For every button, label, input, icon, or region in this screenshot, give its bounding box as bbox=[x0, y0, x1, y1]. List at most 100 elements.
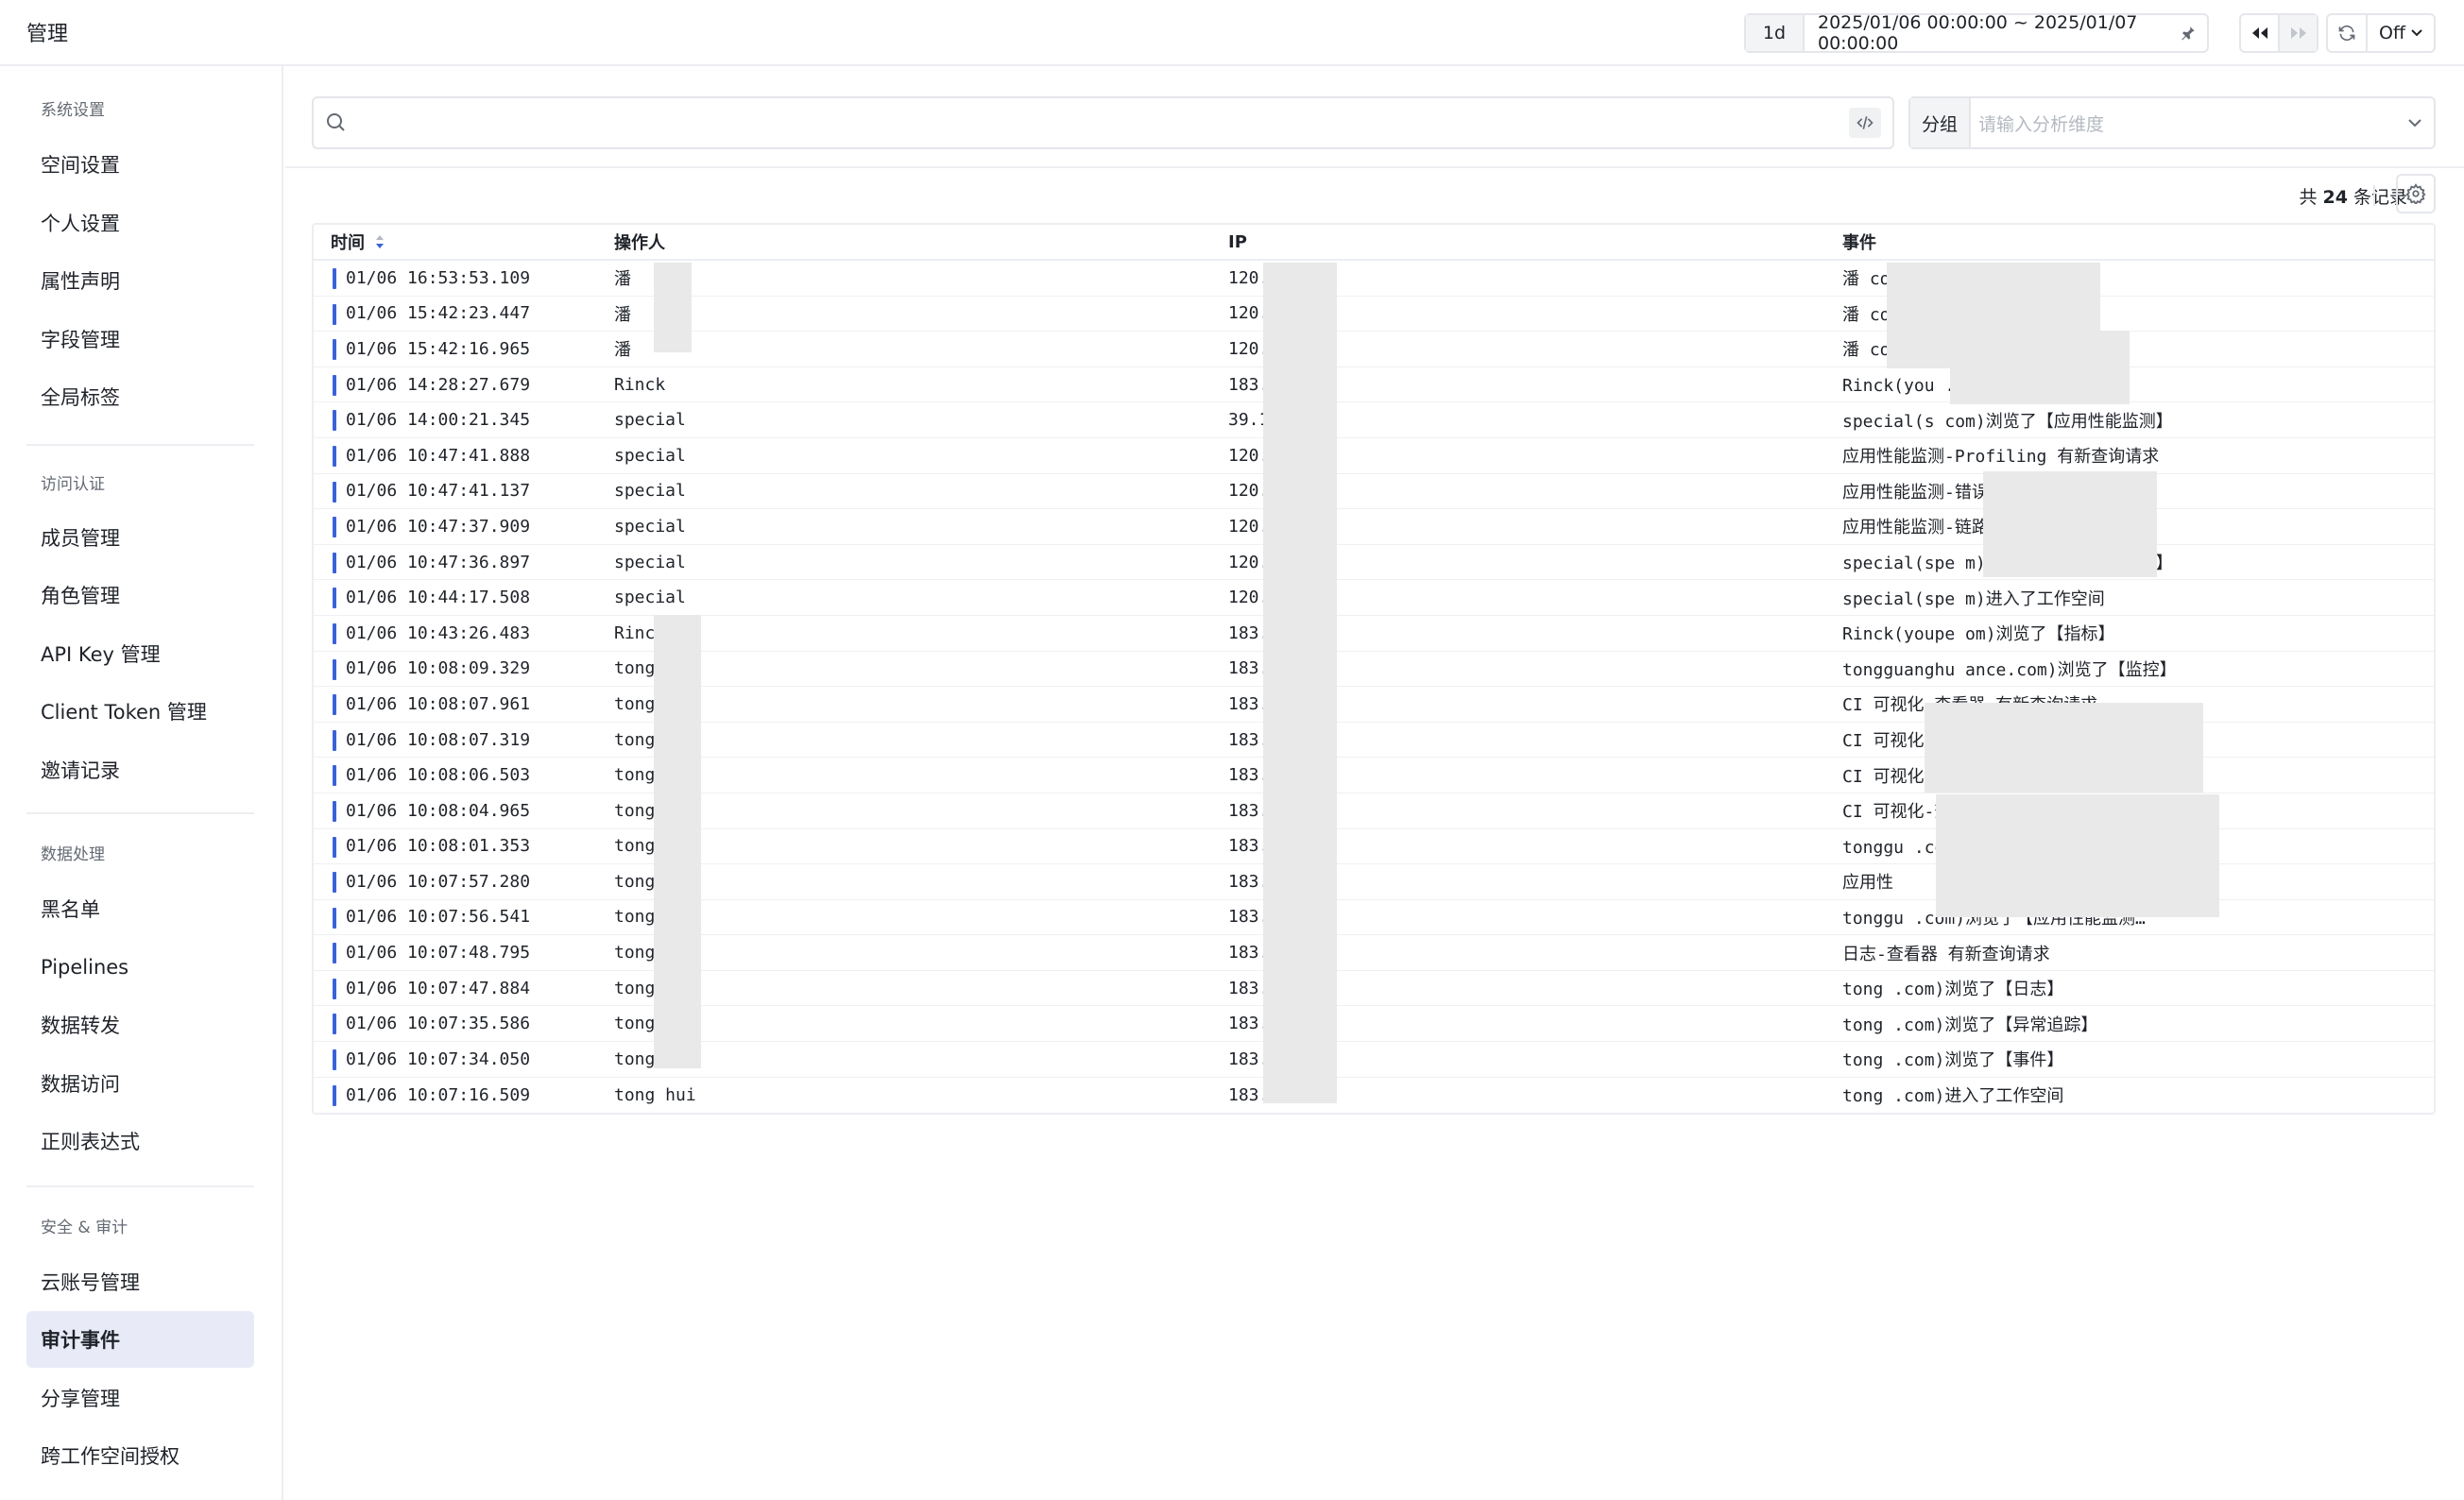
table-row[interactable]: 01/06 14:00:21.345special39.1 53special(… bbox=[314, 402, 2434, 438]
cell-operator: special bbox=[614, 445, 686, 466]
redaction-mask bbox=[1925, 703, 2203, 793]
sidebar-item-members[interactable]: 成员管理 bbox=[26, 509, 254, 566]
section-title-data: 数据处理 bbox=[41, 845, 105, 864]
divider bbox=[26, 812, 254, 814]
redaction-mask bbox=[654, 615, 701, 1068]
table-row[interactable]: 01/06 10:07:34.050tong hui183. .186tong … bbox=[314, 1042, 2434, 1078]
column-header-event[interactable]: 事件 bbox=[1825, 230, 2434, 254]
cell-time: 01/06 10:08:07.319 bbox=[346, 729, 531, 750]
cell-time: 01/06 10:47:41.888 bbox=[346, 445, 531, 466]
search-input[interactable] bbox=[357, 106, 1831, 140]
sidebar-item-attribute-declaration[interactable]: 属性声明 bbox=[26, 252, 254, 309]
rewind-icon[interactable] bbox=[2241, 15, 2278, 51]
cell-event: tong .com)进入了工作空间 bbox=[1842, 1086, 2064, 1107]
divider bbox=[26, 1185, 254, 1187]
sidebar-item-regex[interactable]: 正则表达式 bbox=[26, 1113, 254, 1169]
search-box[interactable] bbox=[312, 96, 1894, 149]
sidebar-item-pipelines[interactable]: Pipelines bbox=[26, 939, 254, 996]
sidebar-item-client-token[interactable]: Client Token 管理 bbox=[26, 683, 254, 740]
fast-forward-icon[interactable] bbox=[2279, 15, 2318, 51]
cell-time: 01/06 10:08:07.961 bbox=[346, 693, 531, 714]
group-by-select[interactable]: 分组 请输入分析维度 bbox=[1908, 96, 2436, 149]
column-header-operator[interactable]: 操作人 bbox=[597, 230, 1211, 254]
sidebar-item-data-forwarding[interactable]: 数据转发 bbox=[26, 997, 254, 1053]
cell-time: 01/06 14:00:21.345 bbox=[346, 410, 531, 431]
cell-operator: special bbox=[614, 588, 686, 608]
sidebar-item-global-tags[interactable]: 全局标签 bbox=[26, 368, 254, 425]
column-header-time[interactable]: 时间 bbox=[314, 230, 597, 254]
sidebar-item-roles[interactable]: 角色管理 bbox=[26, 567, 254, 623]
record-count-number: 24 bbox=[2322, 187, 2348, 208]
table-row[interactable]: 01/06 10:07:47.884tong hui183. .186tong … bbox=[314, 971, 2434, 1007]
redaction-mask bbox=[1263, 263, 1337, 1103]
cell-event: Rinck(youpe om)浏览了【指标】 bbox=[1842, 624, 2115, 645]
table-row[interactable]: 01/06 10:44:17.508special120. .179specia… bbox=[314, 580, 2434, 616]
time-range-picker[interactable]: 1d 2025/01/06 00:00:00 ~ 2025/01/07 00:0… bbox=[1744, 12, 2209, 54]
group-placeholder: 请输入分析维度 bbox=[1978, 113, 2105, 135]
table-row[interactable]: 01/06 10:08:09.329tong hui183. .186tongg… bbox=[314, 652, 2434, 688]
redaction-mask bbox=[1936, 794, 2219, 917]
cell-event: special(spe m)进入了工作空间 bbox=[1842, 588, 2105, 609]
settings-gear-icon[interactable] bbox=[2396, 174, 2436, 213]
cell-event: tong .com)浏览了【异常追踪】 bbox=[1842, 1014, 2098, 1035]
sidebar-item-share-management[interactable]: 分享管理 bbox=[26, 1370, 254, 1426]
table-row[interactable]: 01/06 10:07:48.795tong hui183. .186日志-查看… bbox=[314, 935, 2434, 971]
refresh-icon[interactable] bbox=[2328, 15, 2366, 51]
cell-time: 01/06 16:53:53.109 bbox=[346, 267, 531, 288]
sidebar-item-blacklist[interactable]: 黑名单 bbox=[26, 880, 254, 937]
divider bbox=[285, 166, 2464, 168]
chevron-down-icon[interactable] bbox=[2396, 118, 2434, 128]
table-row[interactable]: 01/06 16:53:53.109潘120. .179潘 com)进入了工作空… bbox=[314, 261, 2434, 297]
code-icon[interactable] bbox=[1849, 108, 1881, 138]
sidebar-item-personal-settings[interactable]: 个人设置 bbox=[26, 195, 254, 251]
divider bbox=[26, 444, 254, 446]
pin-icon[interactable] bbox=[2169, 15, 2207, 51]
sidebar-item-data-access[interactable]: 数据访问 bbox=[26, 1055, 254, 1112]
cell-time: 01/06 10:08:06.503 bbox=[346, 765, 531, 786]
sidebar-item-audit-events[interactable]: 审计事件 bbox=[26, 1311, 254, 1368]
table-row[interactable]: 01/06 10:43:26.483 Rinck 183. 0 Rinck(youpe… bbox=[314, 616, 2434, 652]
cell-time: 01/06 10:47:37.909 bbox=[346, 516, 531, 537]
cell-event: 应用性能监测-Profiling 有新查询请求 bbox=[1842, 447, 2160, 468]
cell-time: 01/06 10:47:41.137 bbox=[346, 481, 531, 502]
cell-time: 01/06 15:42:16.965 bbox=[346, 338, 531, 359]
sidebar-item-cross-workspace-auth[interactable]: 跨工作空间授权 bbox=[26, 1427, 254, 1484]
table-header: 时间 操作人 IP 事件 bbox=[314, 225, 2434, 261]
cell-time: 01/06 10:07:57.280 bbox=[346, 871, 531, 892]
refresh-interval-select[interactable]: Off bbox=[2368, 15, 2434, 51]
sidebar-item-invitations[interactable]: 邀请记录 bbox=[26, 741, 254, 798]
auto-refresh[interactable]: Off bbox=[2326, 13, 2436, 53]
cell-operator: tong hui bbox=[614, 1084, 696, 1105]
top-bar: 管理 1d 2025/01/06 00:00:00 ~ 2025/01/07 0… bbox=[0, 0, 2464, 66]
time-range-text[interactable]: 2025/01/06 00:00:00 ~ 2025/01/07 00:00:0… bbox=[1805, 12, 2169, 54]
cell-operator: special bbox=[614, 516, 686, 537]
cell-time: 01/06 10:08:09.329 bbox=[346, 658, 531, 679]
group-label: 分组 bbox=[1910, 98, 1971, 147]
cell-time: 01/06 10:44:17.508 bbox=[346, 588, 531, 608]
cell-event: tong .com)浏览了【日志】 bbox=[1842, 980, 2064, 1000]
search-icon bbox=[325, 111, 348, 138]
sidebar-item-field-management[interactable]: 字段管理 bbox=[26, 311, 254, 367]
table-row[interactable]: 01/06 10:07:35.586tong hui183. .186tong … bbox=[314, 1006, 2434, 1043]
column-header-ip[interactable]: IP bbox=[1211, 232, 1825, 252]
cell-operator: special bbox=[614, 410, 686, 431]
cell-time: 01/06 10:08:04.965 bbox=[346, 800, 531, 821]
cell-operator: Rinck bbox=[614, 374, 666, 395]
period-button[interactable]: 1d bbox=[1746, 15, 1803, 51]
cell-time: 01/06 10:47:36.897 bbox=[346, 552, 531, 572]
section-title-security: 安全 & 审计 bbox=[41, 1219, 128, 1237]
section-title-system: 系统设置 bbox=[41, 101, 105, 120]
cell-event: special(s com)浏览了【应用性能监测】 bbox=[1842, 411, 2173, 432]
column-header-time-label: 时间 bbox=[331, 233, 365, 253]
sort-icon[interactable] bbox=[374, 233, 385, 250]
main-content: 分组 请输入分析维度 共 24 条记录 时间 操作人 IP 事件 01/06 1… bbox=[285, 66, 2464, 1500]
sidebar-item-api-key[interactable]: API Key 管理 bbox=[26, 625, 254, 682]
sidebar-item-cloud-accounts[interactable]: 云账号管理 bbox=[26, 1253, 254, 1310]
cell-operator: special bbox=[614, 481, 686, 502]
table-row[interactable]: 01/06 10:47:41.888special120. .179应用性能监测… bbox=[314, 438, 2434, 474]
table-row[interactable]: 01/06 15:42:23.447潘120. .179潘 com)浏览了【监控… bbox=[314, 297, 2434, 332]
sidebar-item-space-settings[interactable]: 空间设置 bbox=[26, 136, 254, 193]
table-row[interactable]: 01/06 10:07:16.509tong hui183. .186tong … bbox=[314, 1078, 2434, 1114]
record-count: 共 24 条记录 bbox=[2250, 183, 2407, 209]
cell-event: tongguanghu ance.com)浏览了【监控】 bbox=[1842, 659, 2177, 680]
